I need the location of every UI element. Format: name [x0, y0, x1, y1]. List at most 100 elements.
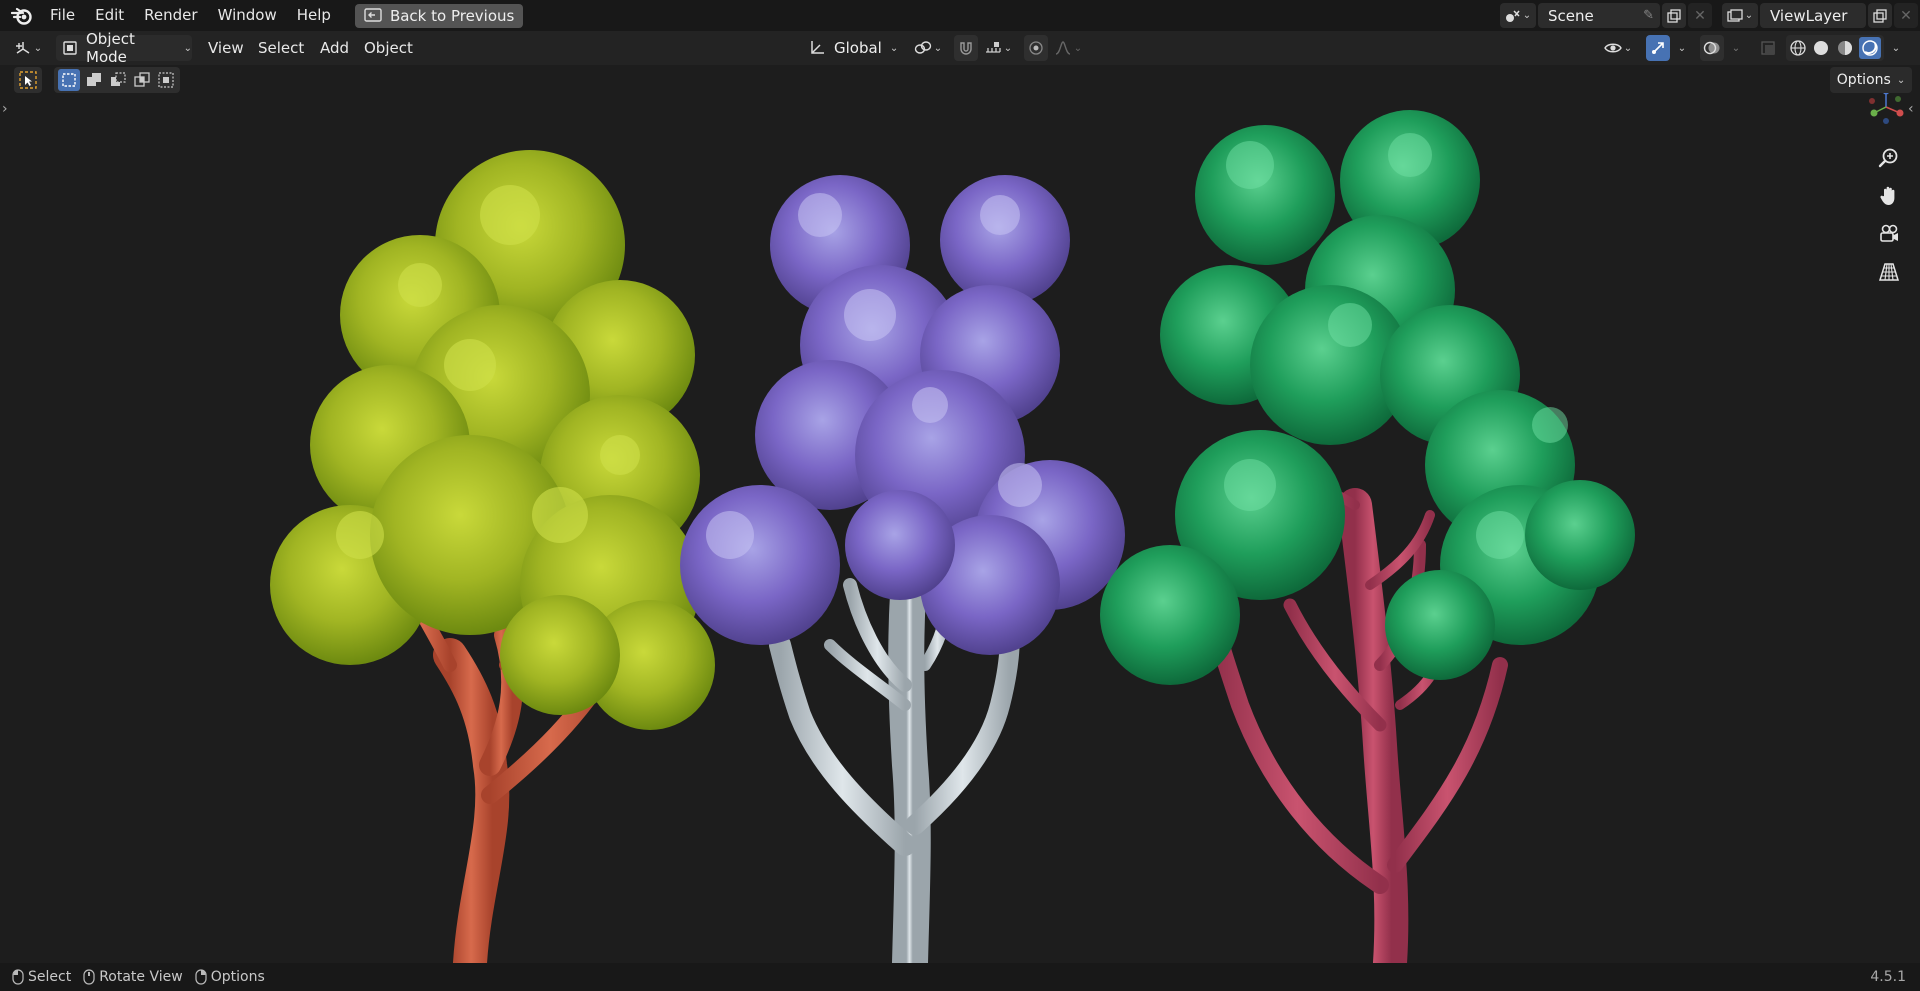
back-to-previous-button[interactable]: Back to Previous	[354, 3, 524, 28]
transform-orientation-label: Global	[834, 39, 882, 57]
select-invert-icon[interactable]	[132, 72, 152, 88]
camera-icon	[1878, 223, 1900, 245]
delete-view-layer-button[interactable]: ✕	[1894, 3, 1918, 28]
chevron-down-icon: ⌄	[1677, 42, 1687, 54]
xray-icon	[1760, 40, 1776, 56]
gizmo-dropdown[interactable]: ⌄	[1672, 35, 1692, 61]
perspective-toggle-button[interactable]	[1878, 261, 1900, 287]
chevron-down-icon: ⌄	[1522, 10, 1532, 21]
menu-view[interactable]: View	[198, 33, 254, 64]
hand-icon	[1878, 185, 1900, 207]
navigation-gizmo[interactable]	[1866, 87, 1906, 127]
pin-icon[interactable]: ✎	[1643, 8, 1654, 23]
object-mode-label: Object Mode	[86, 30, 135, 66]
menu-window[interactable]: Window	[208, 0, 287, 31]
menu-file[interactable]: File	[40, 0, 85, 31]
sidebar-expand-chevron-icon[interactable]: ›	[2, 101, 8, 117]
overlays-toggle[interactable]	[1700, 35, 1724, 61]
status-select-hint: Select	[28, 969, 72, 985]
chevron-down-icon: ⌄	[1623, 42, 1633, 54]
scene-icon	[1505, 9, 1521, 23]
chevron-down-icon: ⌄	[183, 42, 192, 54]
magnet-icon	[958, 40, 974, 56]
select-extend-icon[interactable]	[84, 72, 104, 88]
sidebar-collapse-chevron-icon[interactable]: ‹	[1908, 101, 1914, 117]
scene-type-dropdown[interactable]: ⌄	[1500, 3, 1536, 28]
select-subtract-icon[interactable]	[108, 72, 128, 88]
menu-edit[interactable]: Edit	[85, 0, 134, 31]
orientation-axis-icon	[808, 39, 826, 57]
tree-scene-render	[270, 110, 1635, 963]
proportional-editing-toggle[interactable]	[1024, 35, 1048, 61]
view-layer-name-field[interactable]: ViewLayer	[1760, 3, 1866, 28]
editor-type-dropdown[interactable]: ⌄	[8, 35, 48, 61]
duplicate-icon	[1873, 8, 1887, 23]
object-mode-icon	[62, 40, 78, 56]
menu-add[interactable]: Add	[310, 33, 359, 64]
tool-options-label: Options	[1836, 72, 1891, 88]
xray-toggle[interactable]	[1756, 35, 1780, 61]
overlays-circles-icon	[1703, 40, 1721, 56]
proportional-circle-icon	[1028, 40, 1044, 56]
grid-perspective-icon	[1878, 261, 1900, 283]
solid-shading-icon[interactable]	[1812, 39, 1830, 57]
shading-dropdown[interactable]: ⌄	[1886, 35, 1906, 61]
overlays-dropdown[interactable]: ⌄	[1726, 35, 1746, 61]
top-menu-bar: File Edit Render Window Help Back to Pre…	[0, 0, 1920, 31]
menu-select[interactable]: Select	[248, 33, 314, 64]
rendered-shading-icon[interactable]	[1859, 37, 1882, 59]
select-box-tool-button[interactable]	[14, 67, 42, 93]
tool-options-dropdown[interactable]: Options ⌄	[1830, 67, 1912, 93]
chevron-down-icon: ⌄	[889, 42, 899, 54]
mouse-right-icon	[195, 969, 207, 985]
eye-icon	[1603, 41, 1622, 55]
snap-increment-icon	[984, 40, 1002, 56]
select-cursor-icon	[18, 70, 38, 90]
close-icon: ✕	[1900, 7, 1912, 24]
menu-render[interactable]: Render	[134, 0, 207, 31]
chevron-down-icon: ⌄	[1896, 74, 1906, 86]
blender-version: 4.5.1	[1870, 969, 1906, 985]
link-chain-icon	[914, 40, 932, 56]
menu-object[interactable]: Object	[354, 33, 423, 64]
menu-help[interactable]: Help	[287, 0, 341, 31]
wireframe-shading-icon[interactable]	[1789, 39, 1807, 57]
selection-mode-group	[54, 67, 180, 93]
gizmo-arrow-icon	[1650, 40, 1666, 56]
chevron-down-icon: ⌄	[933, 42, 943, 54]
view-layer-type-dropdown[interactable]: ⌄	[1722, 3, 1758, 28]
middle-tree-foliage	[680, 175, 1125, 655]
delete-scene-button[interactable]: ✕	[1688, 3, 1712, 28]
back-screen-icon	[364, 7, 382, 24]
gizmo-toggle[interactable]	[1646, 35, 1670, 61]
scene-selector: ⌄ Scene ✎ ✕	[1500, 3, 1712, 28]
chevron-down-icon: ⌄	[1073, 42, 1083, 54]
close-icon: ✕	[1694, 7, 1706, 24]
transform-orientation-dropdown[interactable]: Global ⌄	[804, 35, 900, 61]
new-view-layer-button[interactable]	[1868, 3, 1892, 28]
3d-viewport-icon	[14, 40, 32, 56]
chevron-down-icon: ⌄	[1003, 42, 1013, 54]
pan-view-button[interactable]	[1878, 185, 1900, 211]
zoom-view-button[interactable]	[1878, 147, 1900, 173]
select-intersect-icon[interactable]	[156, 72, 176, 88]
object-mode-dropdown[interactable]: Object Mode ⌄	[56, 30, 192, 66]
back-to-previous-label: Back to Previous	[389, 6, 515, 25]
status-rotate-view-hint: Rotate View	[99, 969, 183, 985]
3d-viewport[interactable]: › ‹	[0, 65, 1920, 963]
scene-name-field[interactable]: Scene ✎	[1538, 3, 1660, 28]
view-layer-selector: ⌄ ViewLayer ✕	[1722, 3, 1918, 28]
tool-header	[14, 67, 180, 93]
pivot-point-dropdown[interactable]: ⌄	[910, 35, 946, 61]
camera-view-button[interactable]	[1878, 223, 1900, 249]
snap-toggle[interactable]	[954, 35, 978, 61]
mouse-left-icon	[12, 969, 24, 985]
select-new-icon[interactable]	[58, 69, 80, 91]
material-preview-shading-icon[interactable]	[1836, 39, 1854, 57]
blender-logo-icon[interactable]	[4, 0, 40, 31]
proportional-falloff-dropdown[interactable]: ⌄	[1050, 35, 1086, 61]
visibility-dropdown[interactable]: ⌄	[1600, 35, 1636, 61]
shading-mode-group	[1786, 35, 1884, 61]
new-scene-button[interactable]	[1662, 3, 1686, 28]
snap-target-dropdown[interactable]: ⌄	[980, 35, 1016, 61]
